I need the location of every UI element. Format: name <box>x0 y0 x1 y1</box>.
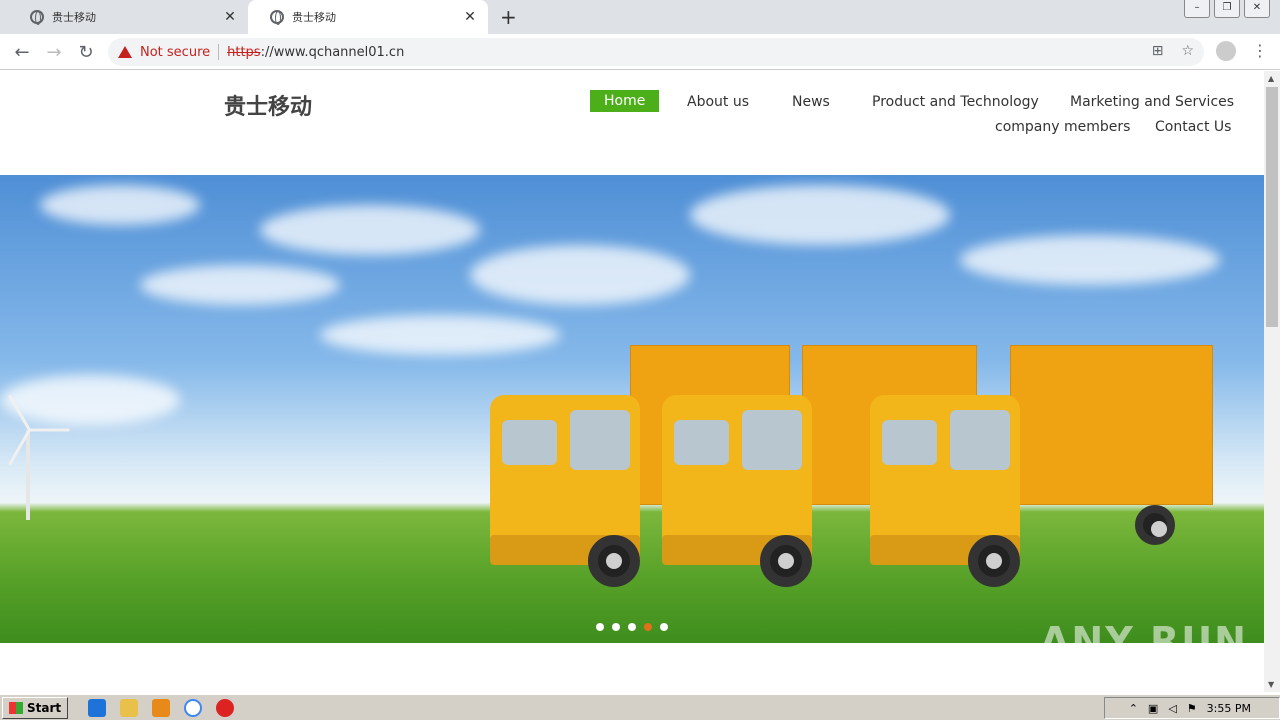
truck-box <box>1010 345 1213 505</box>
flag-icon[interactable]: ⚑ <box>1187 702 1197 715</box>
close-tab-icon[interactable]: ✕ <box>462 9 478 25</box>
browser-tab-active[interactable]: 贵士移动 ✕ <box>248 0 488 34</box>
tab-title: 贵士移动 <box>292 11 336 24</box>
volume-icon[interactable]: ◁ <box>1168 702 1176 715</box>
divider <box>218 44 220 60</box>
globe-icon <box>270 10 284 25</box>
window-controls: – ❐ ✕ <box>1184 0 1270 18</box>
nav-marketing-services[interactable]: Marketing and Services <box>1070 94 1234 110</box>
nav-contact-us[interactable]: Contact Us <box>1155 119 1231 135</box>
menu-icon[interactable]: ⋮ <box>1252 41 1268 60</box>
cloud <box>0 375 180 425</box>
chrome-icon[interactable] <box>184 698 203 717</box>
truck-rear-wheel <box>1135 505 1175 545</box>
hero-banner[interactable] <box>0 175 1264 643</box>
web-page: 贵士移动 Home About us News Product and Tech… <box>0 71 1264 692</box>
network-icon[interactable]: ▣ <box>1148 702 1158 715</box>
restore-button[interactable]: ❐ <box>1214 0 1240 18</box>
scroll-up-icon[interactable]: ▲ <box>1268 74 1274 83</box>
media-player-icon[interactable] <box>152 698 171 717</box>
slider-dot[interactable] <box>612 623 620 631</box>
cloud <box>140 265 340 305</box>
profile-avatar[interactable] <box>1216 41 1236 61</box>
nav-home[interactable]: Home <box>590 90 660 112</box>
cloud <box>690 185 950 245</box>
start-button[interactable]: Start <box>2 696 69 719</box>
truck-windshield <box>882 420 937 465</box>
windows-logo-icon <box>9 701 23 714</box>
tab-strip: 贵士移动 ✕ 贵士移动 ✕ + – ❐ ✕ <box>0 0 1280 34</box>
page-scrollbar[interactable]: ▲ ▼ <box>1264 71 1280 692</box>
browser-toolbar: ← → ↻ Not secure https ://www.qchannel01… <box>0 34 1280 70</box>
slider-dot[interactable] <box>628 623 636 631</box>
truck-wheel <box>588 535 640 587</box>
tab-title: 贵士移动 <box>52 11 96 24</box>
url-scheme: https <box>227 44 261 60</box>
start-label: Start <box>27 700 62 715</box>
site-logo[interactable]: 贵士移动 <box>224 89 312 121</box>
ie-icon[interactable] <box>88 698 107 717</box>
warning-icon <box>118 46 132 58</box>
tray-expand-icon[interactable]: ⌃ <box>1129 702 1138 715</box>
truck-wheel <box>760 535 812 587</box>
omnibox-actions: ⊞ ☆ <box>1152 43 1194 59</box>
close-window-button[interactable]: ✕ <box>1244 0 1270 18</box>
url-text: ://www.qchannel01.cn <box>260 44 405 60</box>
scroll-down-icon[interactable]: ▼ <box>1268 680 1274 689</box>
system-tray: ⌃ ▣ ◁ ⚑ 3:55 PM <box>1104 697 1280 719</box>
close-tab-icon[interactable]: ✕ <box>222 9 238 25</box>
truck-window <box>742 410 802 470</box>
truck <box>870 345 1215 595</box>
slider-dot[interactable] <box>660 623 668 631</box>
minimize-button[interactable]: – <box>1184 0 1210 18</box>
slider-pagination <box>596 623 668 631</box>
cloud <box>40 185 200 225</box>
nav-product-technology[interactable]: Product and Technology <box>872 94 1039 110</box>
taskbar: Start ⌃ ▣ ◁ ⚑ 3:55 PM <box>0 694 1280 720</box>
folder-icon[interactable] <box>120 698 139 717</box>
truck-window <box>570 410 630 470</box>
truck-windshield <box>502 420 557 465</box>
nav-company-members[interactable]: company members <box>995 119 1130 135</box>
reload-icon[interactable]: ↻ <box>76 42 96 63</box>
nav-about-us[interactable]: About us <box>687 94 749 110</box>
watermark-logo: ANY RUN <box>1040 619 1248 663</box>
forward-arrow-icon[interactable]: → <box>44 42 64 63</box>
back-arrow-icon[interactable]: ← <box>12 42 32 63</box>
turbine-blade <box>29 428 70 432</box>
slider-dot[interactable] <box>596 623 604 631</box>
clock[interactable]: 3:55 PM <box>1207 702 1251 715</box>
security-app-icon[interactable] <box>216 698 235 717</box>
truck-window <box>950 410 1010 470</box>
cloud <box>260 205 480 255</box>
cloud <box>960 235 1220 285</box>
address-bar[interactable]: Not secure https ://www.qchannel01.cn ⊞ … <box>108 38 1204 66</box>
new-tab-button[interactable]: + <box>500 5 517 29</box>
bookmark-star-icon[interactable]: ☆ <box>1181 43 1194 59</box>
browser-tab[interactable]: 贵士移动 ✕ <box>8 0 248 34</box>
wind-turbine <box>26 430 30 520</box>
globe-icon <box>30 10 44 25</box>
truck-wheel <box>968 535 1020 587</box>
security-label[interactable]: Not secure <box>140 45 210 60</box>
cloud <box>470 245 690 305</box>
slider-dot-active[interactable] <box>644 623 652 631</box>
truck-windshield <box>674 420 729 465</box>
scrollbar-thumb[interactable] <box>1266 87 1278 327</box>
nav-news[interactable]: News <box>792 94 830 110</box>
translate-icon[interactable]: ⊞ <box>1152 43 1164 59</box>
